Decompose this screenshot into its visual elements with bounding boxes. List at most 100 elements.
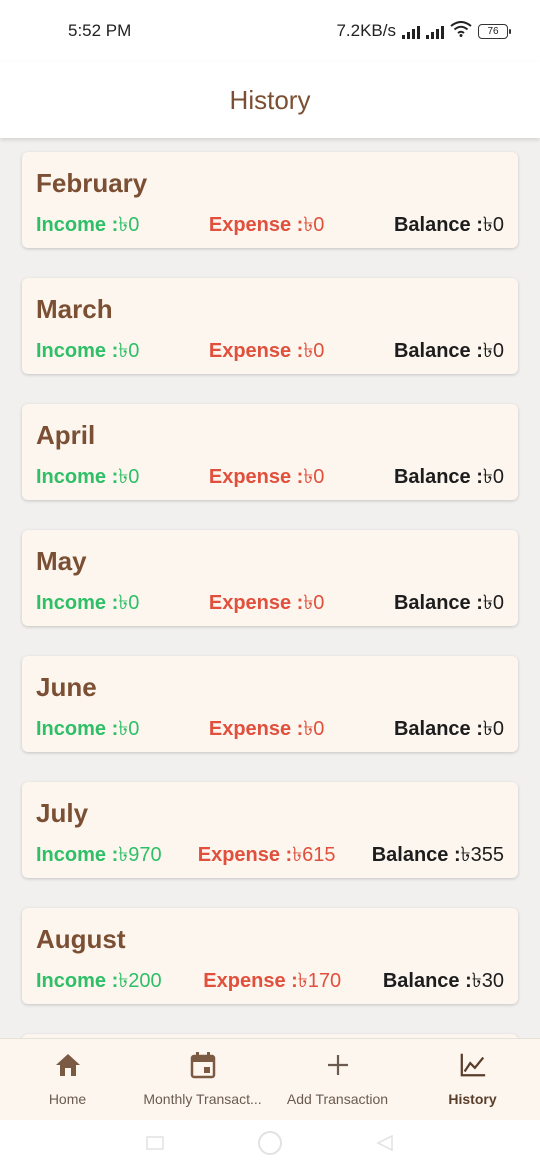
month-summary: Income :৳0 Expense :৳0 Balance :৳0 (36, 210, 504, 243)
app-bar: History (0, 62, 540, 138)
month-card-march[interactable]: March Income :৳0 Expense :৳0 Balance :৳0 (22, 278, 518, 374)
balance-label: Balance : (393, 466, 483, 488)
expense-stat: Expense :৳0 (209, 462, 325, 495)
expense-value: ৳0 (303, 592, 325, 614)
expense-stat: Expense :৳170 (203, 966, 341, 999)
month-card-august[interactable]: August Income :৳200 Expense :৳170 Balanc… (22, 908, 518, 1004)
balance-label: Balance : (393, 718, 483, 740)
income-value: ৳200 (118, 970, 162, 992)
nav-label: History (448, 1091, 497, 1107)
income-label: Income : (36, 970, 119, 992)
bottom-navigation: Home Monthly Transact... Add Transaction… (0, 1038, 540, 1120)
balance-stat: Balance :৳0 (394, 588, 504, 621)
income-value: ৳0 (118, 466, 140, 488)
income-stat: Income :৳0 (36, 714, 139, 747)
nav-monthly-transactions[interactable]: Monthly Transact... (135, 1039, 270, 1120)
balance-value: ৳30 (471, 970, 504, 992)
nav-history[interactable]: History (405, 1039, 540, 1120)
balance-label: Balance : (393, 340, 483, 362)
expense-label: Expense : (203, 970, 298, 992)
income-stat: Income :৳970 (36, 840, 162, 873)
calendar-icon (189, 1051, 217, 1079)
income-label: Income : (36, 844, 119, 866)
balance-value: ৳0 (482, 592, 504, 614)
month-name: August (36, 924, 126, 954)
month-summary: Income :৳0 Expense :৳0 Balance :৳0 (36, 588, 504, 621)
balance-label: Balance : (371, 844, 461, 866)
expense-value: ৳0 (303, 214, 325, 236)
month-name: May (36, 546, 87, 576)
recent-apps-icon[interactable] (144, 1135, 166, 1156)
balance-stat: Balance :৳30 (383, 966, 504, 999)
balance-value: ৳0 (482, 340, 504, 362)
expense-label: Expense : (208, 592, 304, 614)
income-label: Income : (36, 718, 119, 740)
expense-label: Expense : (197, 844, 293, 866)
income-value: ৳0 (118, 592, 140, 614)
balance-stat: Balance :৳0 (394, 714, 504, 747)
nav-label: Monthly Transact... (143, 1091, 262, 1107)
expense-label: Expense : (208, 466, 304, 488)
battery-level: 76 (487, 25, 499, 37)
home-system-icon[interactable] (256, 1129, 284, 1162)
month-summary: Income :৳0 Expense :৳0 Balance :৳0 (36, 462, 504, 495)
home-icon (54, 1051, 82, 1079)
status-icons: 7.2KB/s 76 (336, 20, 511, 42)
month-name: July (36, 798, 89, 828)
balance-stat: Balance :৳0 (394, 210, 504, 243)
month-card-july[interactable]: July Income :৳970 Expense :৳615 Balance … (22, 782, 518, 878)
balance-value: ৳0 (482, 214, 504, 236)
system-navigation (0, 1120, 540, 1170)
month-name: March (36, 294, 113, 324)
status-bar: 5:52 PM 7.2KB/s 76 (0, 0, 540, 62)
expense-label: Expense : (208, 340, 304, 362)
income-stat: Income :৳0 (36, 210, 139, 243)
income-stat: Income :৳0 (36, 588, 139, 621)
nav-home[interactable]: Home (0, 1039, 135, 1120)
signal-icon (426, 23, 444, 39)
month-name: June (36, 672, 97, 702)
month-summary: Income :৳200 Expense :৳170 Balance :৳30 (36, 966, 504, 999)
expense-value: ৳170 (297, 970, 342, 992)
month-summary: Income :৳0 Expense :৳0 Balance :৳0 (36, 336, 504, 369)
income-label: Income : (36, 592, 119, 614)
wifi-icon (450, 20, 472, 42)
page-title: History (229, 84, 311, 115)
expense-stat: Expense :৳0 (209, 588, 325, 621)
expense-label: Expense : (208, 718, 304, 740)
signal-icon (402, 23, 420, 39)
income-label: Income : (36, 466, 119, 488)
balance-stat: Balance :৳0 (394, 336, 504, 369)
history-list[interactable]: February Income :৳0 Expense :৳0 Balance … (0, 138, 540, 1038)
battery-icon: 76 (478, 23, 511, 39)
balance-value: ৳0 (482, 466, 504, 488)
month-card-may[interactable]: May Income :৳0 Expense :৳0 Balance :৳0 (22, 530, 518, 626)
nav-add-transaction[interactable]: Add Transaction (270, 1039, 405, 1120)
expense-stat: Expense :৳0 (209, 336, 325, 369)
month-name: April (36, 420, 96, 450)
nav-label: Home (48, 1091, 87, 1107)
month-card-february[interactable]: February Income :৳0 Expense :৳0 Balance … (22, 152, 518, 248)
balance-label: Balance : (393, 592, 483, 614)
month-card-april[interactable]: April Income :৳0 Expense :৳0 Balance :৳0 (22, 404, 518, 500)
balance-label: Balance : (393, 214, 483, 236)
income-stat: Income :৳0 (36, 336, 139, 369)
income-value: ৳0 (118, 340, 140, 362)
status-time: 5:52 PM (68, 21, 132, 40)
month-name: February (36, 168, 148, 198)
month-summary: Income :৳0 Expense :৳0 Balance :৳0 (36, 714, 504, 747)
balance-stat: Balance :৳0 (394, 462, 504, 495)
expense-stat: Expense :৳0 (209, 210, 325, 243)
income-stat: Income :৳0 (36, 462, 139, 495)
month-card-june[interactable]: June Income :৳0 Expense :৳0 Balance :৳0 (22, 656, 518, 752)
income-label: Income : (36, 214, 119, 236)
income-label: Income : (36, 340, 119, 362)
income-value: ৳970 (118, 844, 162, 866)
expense-value: ৳0 (303, 718, 325, 740)
income-stat: Income :৳200 (36, 966, 162, 999)
back-icon[interactable] (374, 1134, 396, 1157)
expense-stat: Expense :৳0 (209, 714, 325, 747)
income-value: ৳0 (118, 718, 140, 740)
balance-value: ৳0 (482, 718, 504, 740)
expense-value: ৳0 (303, 466, 325, 488)
